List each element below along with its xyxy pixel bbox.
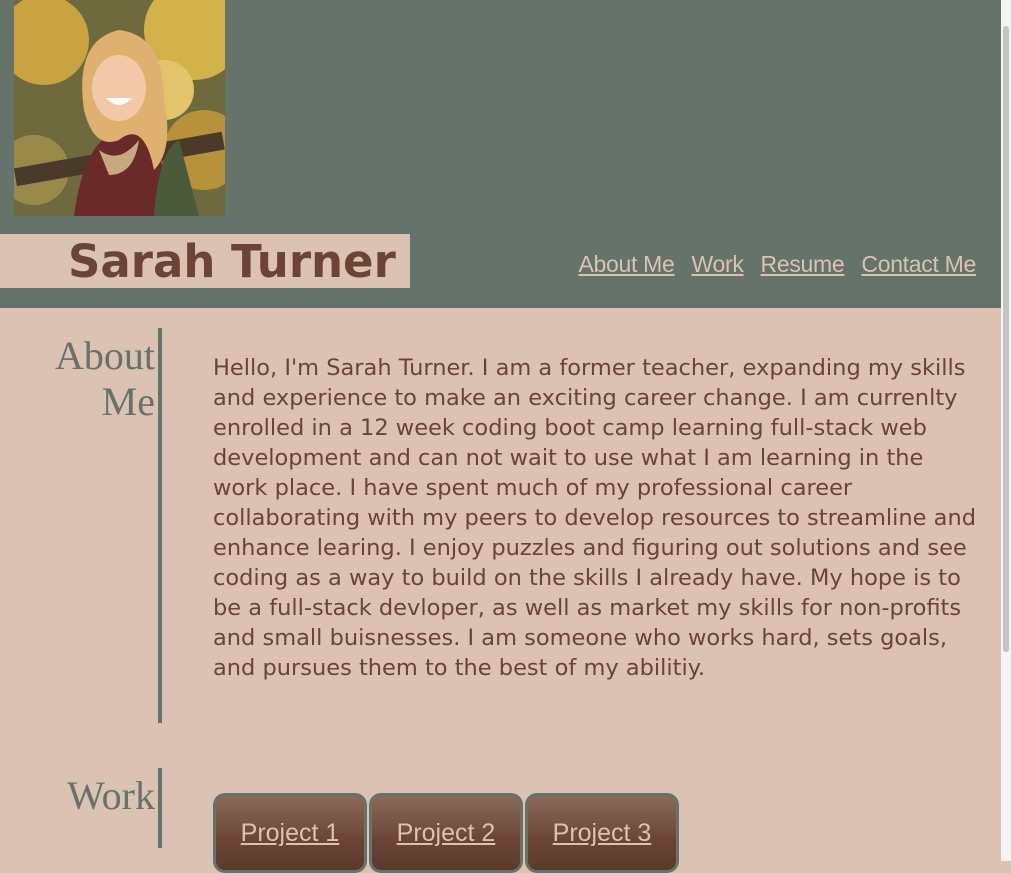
scrollbar-thumb[interactable] [1003, 26, 1009, 652]
nav-link-work[interactable]: Work [692, 250, 744, 278]
project-list: Project 1 Project 2 Project 3 [213, 793, 679, 873]
about-title-line1: About [55, 333, 155, 378]
nav-link-about-me[interactable]: About Me [578, 250, 674, 278]
project-3-button[interactable]: Project 3 [525, 793, 679, 873]
profile-photo [14, 0, 225, 216]
work-divider [158, 768, 162, 848]
site-title: Sarah Turner [68, 235, 396, 288]
project-2-button[interactable]: Project 2 [369, 793, 523, 873]
about-divider [158, 328, 162, 723]
nav-link-resume[interactable]: Resume [761, 250, 845, 278]
about-section-title: About Me [5, 333, 155, 425]
vertical-scrollbar[interactable] [1001, 0, 1011, 861]
work-section-title: Work [67, 773, 155, 818]
project-1-button[interactable]: Project 1 [213, 793, 367, 873]
nav-link-contact-me[interactable]: Contact Me [861, 250, 976, 278]
site-header: Sarah Turner About Me Work Resume Contac… [0, 0, 1001, 308]
main-nav: About Me Work Resume Contact Me [578, 250, 976, 278]
about-title-line2: Me [101, 379, 155, 424]
about-text: Hello, I'm Sarah Turner. I am a former t… [213, 355, 976, 681]
